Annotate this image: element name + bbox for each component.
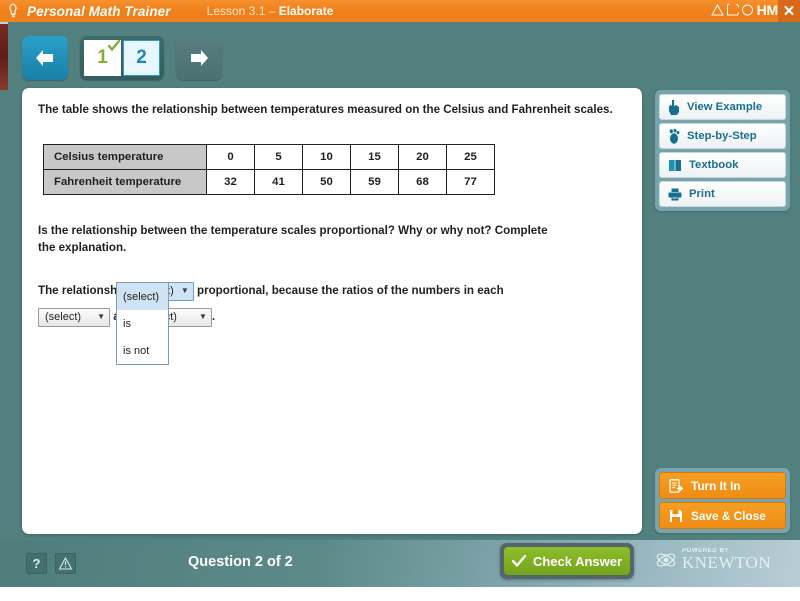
triangle-icon bbox=[710, 4, 724, 16]
next-page-button[interactable] bbox=[176, 36, 222, 80]
dropdown-menu[interactable]: (select) is is not bbox=[116, 282, 169, 365]
row-header-celsius: Celsius temperature bbox=[43, 143, 207, 170]
cell-f-5: 77 bbox=[446, 168, 495, 195]
question-panel: The table shows the relationship between… bbox=[22, 88, 642, 534]
step-by-step-label: Step-by-Step bbox=[687, 130, 757, 142]
alert-icon[interactable] bbox=[55, 553, 76, 574]
page-button-2[interactable]: 2 bbox=[123, 40, 160, 76]
left-arrow-icon bbox=[36, 50, 53, 66]
cell-c-4: 20 bbox=[398, 143, 447, 170]
check-answer-label: Check Answer bbox=[532, 553, 623, 569]
lightbulb-icon bbox=[9, 3, 17, 18]
brand: Personal Math Trainer bbox=[0, 3, 171, 19]
select-value-2: (select) bbox=[45, 311, 82, 324]
intro-text: The table shows the relationship between… bbox=[38, 103, 613, 116]
lesson-name: Elaborate bbox=[278, 4, 334, 18]
hmh-logo: HM bbox=[710, 2, 779, 18]
dropdown-option-is-not[interactable]: is not bbox=[117, 337, 168, 364]
chevron-down-icon: ▼ bbox=[180, 286, 189, 296]
atom-icon bbox=[656, 553, 676, 566]
knewton-name: KNEWTON bbox=[682, 553, 772, 572]
check-answer-button[interactable]: Check Answer bbox=[504, 547, 630, 575]
dropdown-option-is[interactable]: is bbox=[117, 310, 168, 337]
footprint-icon bbox=[669, 128, 680, 144]
question-counter: Question 2 of 2 bbox=[188, 554, 293, 570]
book-icon bbox=[669, 160, 681, 171]
left-frame-edge bbox=[0, 90, 8, 540]
print-label: Print bbox=[689, 188, 715, 200]
tool-panel: View Example Step-by-Step Textbook Print bbox=[655, 90, 790, 211]
close-icon[interactable]: ✕ bbox=[778, 0, 800, 22]
textbook-label: Textbook bbox=[689, 159, 739, 171]
table-row: Celsius temperature 0 5 10 15 20 25 bbox=[43, 143, 495, 170]
knewton-wordmark: POWERED BY KNEWTON bbox=[682, 548, 771, 571]
brand-title: Personal Math Trainer bbox=[27, 3, 171, 19]
right-arrow-icon bbox=[191, 50, 208, 66]
semicircle-icon bbox=[726, 4, 739, 16]
cell-c-1: 5 bbox=[254, 143, 303, 170]
row-header-fahrenheit: Fahrenheit temperature bbox=[43, 168, 207, 195]
sentence-part-2: proportional, because the ratios of the … bbox=[197, 284, 504, 298]
select-row-column[interactable]: (select) ▼ bbox=[38, 307, 110, 327]
print-button[interactable]: Print bbox=[659, 181, 786, 207]
sentence-part-4: . bbox=[211, 310, 216, 324]
footer-icons: ? bbox=[26, 553, 76, 574]
question-text: Is the relationship between the temperat… bbox=[38, 223, 548, 254]
circle-icon bbox=[741, 4, 753, 16]
table-row: Fahrenheit temperature 32 41 50 59 68 77 bbox=[43, 168, 495, 195]
cell-c-5: 25 bbox=[446, 143, 495, 170]
cell-f-0: 32 bbox=[206, 168, 255, 195]
floppy-disk-icon bbox=[670, 509, 682, 522]
cell-f-4: 68 bbox=[398, 168, 447, 195]
turn-in-icon bbox=[669, 478, 683, 493]
temperature-table: Celsius temperature 0 5 10 15 20 25 Fahr… bbox=[43, 143, 495, 195]
save-and-close-button[interactable]: Save & Close bbox=[659, 502, 786, 529]
view-example-button[interactable]: View Example bbox=[659, 94, 786, 120]
check-answer-container: Check Answer bbox=[500, 543, 634, 579]
cell-c-3: 15 bbox=[350, 143, 399, 170]
bottom-white-strip bbox=[0, 587, 800, 601]
page-selector: 1 2 bbox=[80, 36, 164, 80]
cell-f-1: 41 bbox=[254, 168, 303, 195]
cell-c-2: 10 bbox=[302, 143, 351, 170]
warning-triangle-icon bbox=[59, 557, 72, 570]
page-label-2: 2 bbox=[136, 47, 147, 68]
checkmark-icon bbox=[108, 40, 120, 52]
view-example-label: View Example bbox=[687, 101, 763, 113]
step-by-step-button[interactable]: Step-by-Step bbox=[659, 123, 786, 149]
page-navigation: 1 2 bbox=[22, 36, 222, 80]
checkmark-icon bbox=[511, 555, 526, 567]
printer-icon bbox=[668, 188, 682, 200]
personal-math-trainer-app: Personal Math Trainer Lesson 3.1 – Elabo… bbox=[0, 0, 800, 601]
lesson-prefix: Lesson 3.1 – bbox=[206, 4, 279, 18]
save-and-close-label: Save & Close bbox=[691, 508, 766, 523]
textbook-button[interactable]: Textbook bbox=[659, 152, 786, 178]
chevron-down-icon: ▼ bbox=[97, 312, 105, 322]
sentence-part-1: The relationship bbox=[38, 284, 128, 298]
lesson-title: Lesson 3.1 – Elaborate bbox=[207, 4, 334, 18]
dropdown-option-select[interactable]: (select) bbox=[117, 283, 168, 310]
left-edge-decoration bbox=[0, 24, 8, 90]
page-button-1[interactable]: 1 bbox=[84, 40, 121, 76]
turn-it-in-label: Turn It In bbox=[691, 478, 741, 493]
pointing-hand-icon bbox=[669, 99, 679, 115]
hmh-wordmark: HM bbox=[756, 2, 779, 18]
chevron-down-icon: ▼ bbox=[198, 312, 207, 322]
knewton-logo: POWERED BY KNEWTON bbox=[655, 548, 771, 571]
action-panel: Turn It In Save & Close bbox=[655, 468, 790, 533]
hmh-shapes bbox=[710, 4, 754, 16]
page-label-1: 1 bbox=[97, 47, 108, 68]
cell-f-2: 50 bbox=[302, 168, 351, 195]
cell-f-3: 59 bbox=[350, 168, 399, 195]
help-icon[interactable]: ? bbox=[26, 553, 47, 574]
turn-it-in-button[interactable]: Turn It In bbox=[659, 472, 786, 499]
app-header: Personal Math Trainer Lesson 3.1 – Elabo… bbox=[0, 0, 800, 22]
cell-c-0: 0 bbox=[206, 143, 255, 170]
previous-page-button[interactable] bbox=[22, 36, 68, 80]
